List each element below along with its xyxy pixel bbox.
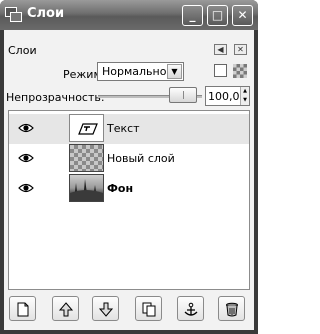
dock-panel: Слои ◀ ✕ Режим: Нормальное ▼ Непрозрачно… <box>4 30 254 330</box>
delete-layer-icon <box>226 302 238 317</box>
window-title: Слои <box>27 6 65 21</box>
layer-row-background[interactable]: Фон <box>9 174 249 204</box>
layer-row-new[interactable]: Новый слой <box>9 144 249 174</box>
opacity-value: 100,0 <box>208 90 240 103</box>
photo-thumbnail <box>69 174 104 202</box>
anchor-layer-button[interactable] <box>177 296 204 321</box>
delete-layer-button[interactable] <box>218 296 245 321</box>
eye-icon[interactable] <box>18 182 34 194</box>
anchor-layer-icon <box>184 302 198 316</box>
dock-close-icon[interactable]: ✕ <box>234 44 247 55</box>
eye-icon[interactable] <box>18 152 34 164</box>
eye-icon[interactable] <box>18 122 34 134</box>
duplicate-layer-icon <box>142 302 156 317</box>
dock-title: Слои <box>8 44 37 57</box>
text-layer-icon <box>69 114 104 142</box>
raise-layer-icon <box>59 302 73 317</box>
keep-transparency-checkbox[interactable] <box>214 64 227 77</box>
new-layer-button[interactable] <box>9 296 36 321</box>
raise-layer-button[interactable] <box>52 296 79 321</box>
maximize-button[interactable]: □ <box>207 5 228 26</box>
mode-value: Нормальное <box>102 65 174 78</box>
layer-row-text[interactable]: Текст <box>9 114 249 144</box>
new-layer-icon <box>17 302 29 317</box>
layer-name: Новый слой <box>107 152 175 165</box>
dock-menu-icon[interactable]: ◀ <box>214 44 227 55</box>
minimize-button[interactable]: _ <box>182 5 203 26</box>
opacity-spinbox[interactable]: 100,0 ▲ ▼ <box>205 86 250 106</box>
close-button[interactable]: ✕ <box>232 5 253 26</box>
lower-layer-button[interactable] <box>92 296 119 321</box>
spin-arrows-icon[interactable]: ▲ ▼ <box>240 87 249 105</box>
opacity-label: Непрозрачность: <box>6 91 105 104</box>
layers-toolbar <box>6 294 252 324</box>
layer-name: Фон <box>107 182 134 195</box>
layers-window: Слои _ □ ✕ Слои ◀ ✕ Режим: Нормальное ▼ … <box>0 0 258 334</box>
chevron-down-icon[interactable]: ▼ <box>167 64 182 79</box>
mode-select[interactable]: Нормальное ▼ <box>97 62 184 81</box>
opacity-slider-thumb[interactable] <box>169 87 197 103</box>
transparency-icon <box>233 64 247 78</box>
title-bar[interactable]: Слои _ □ ✕ <box>0 0 258 30</box>
layer-name: Текст <box>107 122 140 135</box>
layers-list: Текст Новый слой Фон <box>8 110 250 290</box>
layer-thumbnail <box>69 144 104 172</box>
duplicate-layer-button[interactable] <box>135 296 162 321</box>
lower-layer-icon <box>99 302 113 317</box>
layers-app-icon <box>5 7 22 22</box>
